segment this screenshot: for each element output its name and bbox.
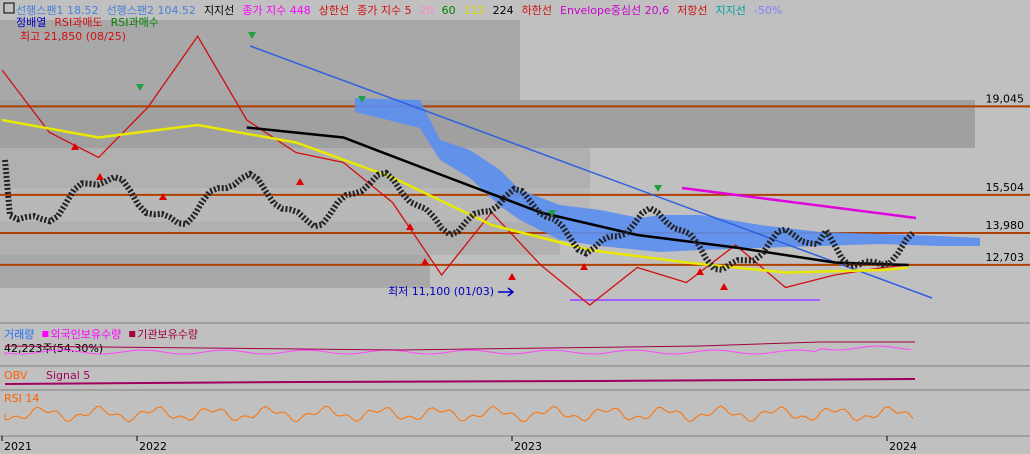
legend-item: 112 <box>464 4 485 17</box>
legend-item: Envelope중심선 20,6 <box>560 4 669 17</box>
legend-item: 지지선 <box>715 4 745 17</box>
volume-legend-label: 외국인보유수량 <box>50 328 121 341</box>
legend-row-2: 정배열 RSI과매도 RSI과매수 <box>16 16 159 29</box>
time-axis-labels: 2021 2022 2023 2024 <box>1 436 917 453</box>
legend-swatch <box>129 331 136 337</box>
legend-swatch <box>42 331 49 337</box>
obv-line <box>4 378 916 385</box>
legend-row-1: 선행스팬1 18.52 선행스팬2 104.52 지지선 종가 지수 448 상한선 종가… <box>16 3 782 17</box>
volume-legend-label: 기관보유수량 <box>137 328 198 341</box>
price-axis-label: 13,980 <box>986 219 1025 232</box>
price-axis-label: 15,504 <box>986 181 1025 194</box>
legend-item: 정배열 <box>16 16 46 29</box>
legend-item: 224 <box>493 4 514 17</box>
legend-item: RSI과매수 <box>111 16 159 29</box>
time-axis-label: 2023 <box>514 440 542 453</box>
legend-item: 60 <box>442 4 456 17</box>
time-axis-label: 2022 <box>139 440 167 453</box>
legend-item: -50% <box>754 4 782 17</box>
legend-item: 종가 지수 5 <box>357 4 411 17</box>
stock-chart[interactable]: 19,04515,50413,98012,703 선행스팬1 18.52 선행스팬… <box>0 0 1030 454</box>
volume-legend-label: 거래량 <box>4 328 34 341</box>
rsi-label: RSI 14 <box>4 392 39 405</box>
legend-item: 저항선 <box>677 4 707 17</box>
legend-item: 상한선 <box>319 4 349 17</box>
price-axis-label: 19,045 <box>986 92 1025 105</box>
obv-label: OBV <box>4 369 28 382</box>
low-price-label: 최저 11,100 (01/03) <box>388 285 494 298</box>
rsi-line <box>4 405 914 423</box>
volume-profile-bar <box>0 255 430 288</box>
high-price-label: 최고 21,850 (08/25) <box>20 30 126 43</box>
volume-profile-bar <box>0 222 560 255</box>
legend-item: RSI과매도 <box>54 16 102 29</box>
legend-item: 지지선 <box>204 4 234 17</box>
price-axis-label: 12,703 <box>986 251 1025 264</box>
legend-item: 종가 지수 448 <box>242 4 310 17</box>
legend-item: 20 <box>420 4 434 17</box>
time-axis-label: 2024 <box>889 440 917 453</box>
legend-item: 하한선 <box>522 3 552 17</box>
obv-signal-label: Signal 5 <box>46 369 90 382</box>
time-axis-label: 2021 <box>4 440 32 453</box>
